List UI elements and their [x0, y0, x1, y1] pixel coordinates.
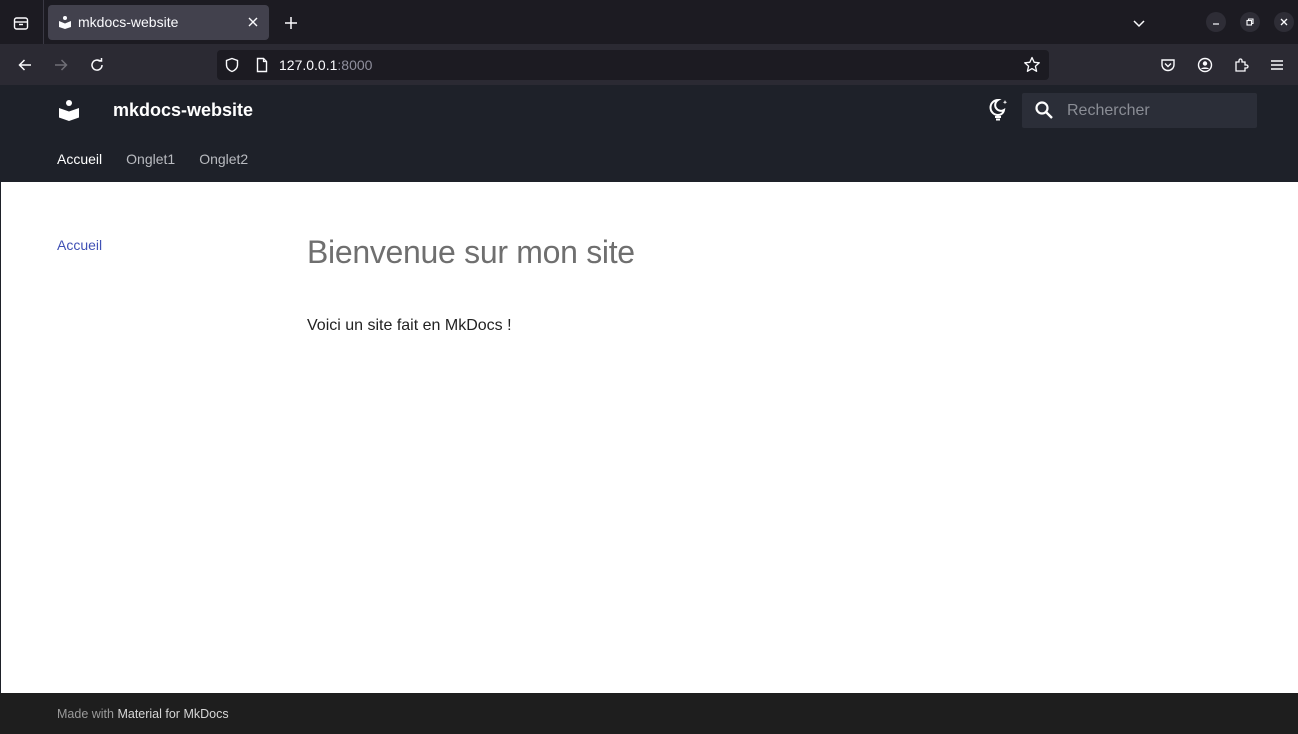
- tab-onglet2[interactable]: Onglet2: [199, 151, 248, 167]
- main-content: Accueil Bienvenue sur mon site Voici un …: [1, 182, 1298, 693]
- minimize-window-icon[interactable]: [1206, 12, 1226, 32]
- tracking-protection-shield-icon[interactable]: [224, 57, 240, 78]
- close-tab-icon[interactable]: [244, 13, 262, 31]
- url-port: :8000: [337, 57, 373, 73]
- extensions-puzzle-icon[interactable]: [1229, 53, 1253, 77]
- browser-navigation-bar: 127.0.0.1:8000: [0, 44, 1298, 85]
- theme-toggle-icon[interactable]: [986, 98, 1010, 122]
- page-paragraph: Voici un site fait en MkDocs !: [307, 317, 512, 334]
- search-input[interactable]: [1067, 99, 1247, 123]
- footer-prefix: Made with: [57, 707, 118, 721]
- site-header: mkdocs-website Accueil Onglet1 Onglet2: [0, 85, 1298, 182]
- site-logo-icon[interactable]: [57, 98, 81, 122]
- page-title: Bienvenue sur mon site: [307, 234, 635, 270]
- footer-link[interactable]: Material for MkDocs: [117, 707, 228, 721]
- tab-accueil[interactable]: Accueil: [57, 151, 102, 167]
- bookmark-star-icon[interactable]: [1023, 56, 1041, 79]
- search-box[interactable]: [1022, 93, 1257, 128]
- firefox-view-icon[interactable]: [8, 10, 34, 36]
- sidebar-item-accueil[interactable]: Accueil: [57, 237, 102, 253]
- restore-window-icon[interactable]: [1240, 12, 1260, 32]
- account-icon[interactable]: [1193, 53, 1217, 77]
- tab-onglet1[interactable]: Onglet1: [126, 151, 175, 167]
- footer-credit: Made with Material for MkDocs: [57, 707, 229, 721]
- reload-icon[interactable]: [85, 53, 109, 77]
- site-favicon-icon: [58, 15, 72, 29]
- url-text: 127.0.0.1:8000: [279, 57, 372, 73]
- site-name[interactable]: mkdocs-website: [113, 100, 253, 121]
- pocket-icon[interactable]: [1156, 53, 1180, 77]
- close-window-icon[interactable]: [1274, 12, 1294, 32]
- address-bar[interactable]: 127.0.0.1:8000: [217, 50, 1049, 80]
- tab-title: mkdocs-website: [78, 14, 179, 30]
- search-icon: [1034, 100, 1054, 125]
- list-all-tabs-icon[interactable]: [1128, 12, 1150, 34]
- page-info-icon[interactable]: [254, 57, 270, 78]
- site-footer: Made with Material for MkDocs: [0, 693, 1298, 734]
- browser-tab-active[interactable]: mkdocs-website: [48, 5, 269, 40]
- tabbar-divider: [43, 0, 44, 44]
- url-host: 127.0.0.1: [279, 57, 338, 73]
- browser-tab-bar: mkdocs-website: [0, 0, 1298, 44]
- hamburger-menu-icon[interactable]: [1265, 53, 1289, 77]
- back-arrow-icon[interactable]: [13, 53, 37, 77]
- forward-arrow-icon[interactable]: [49, 53, 73, 77]
- new-tab-icon[interactable]: [280, 12, 302, 34]
- site-tabs: Accueil Onglet1 Onglet2: [57, 151, 272, 167]
